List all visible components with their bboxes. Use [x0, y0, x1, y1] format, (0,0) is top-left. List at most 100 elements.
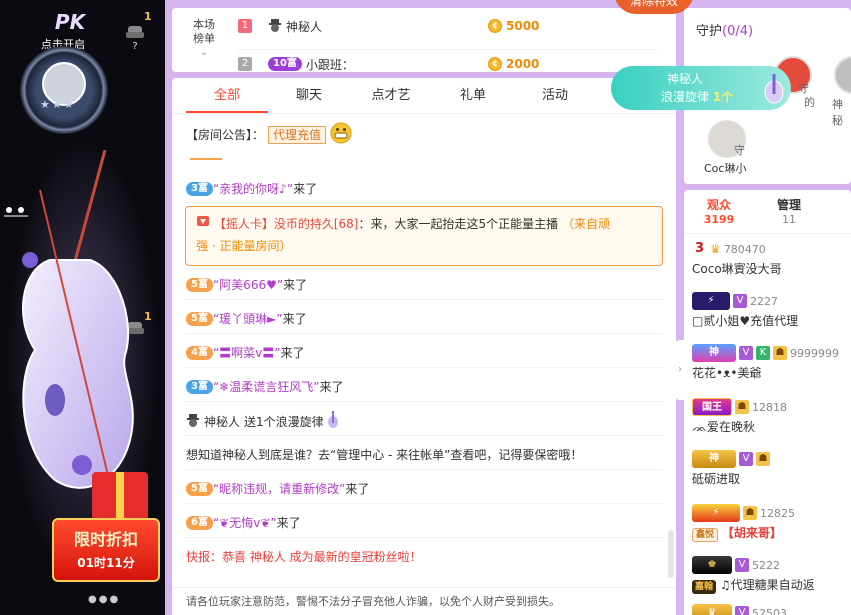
gift-box-icon: [92, 472, 148, 520]
gift-toast: 神秘人 浪漫旋律 1个: [611, 66, 791, 110]
guard-tag: 守: [734, 144, 745, 157]
divider: [190, 158, 222, 160]
limited-discount-button[interactable]: 限时折扣 01时11分: [52, 518, 160, 582]
guard-name[interactable]: 神秘: [832, 96, 851, 128]
violin-gift-icon: [761, 74, 787, 109]
carousel-dots[interactable]: ●●●: [88, 594, 120, 605]
enter-suffix: 来了: [282, 312, 307, 326]
enter-suffix: 来了: [280, 346, 305, 360]
user-name-link[interactable]: “〓啊菜v〓”: [213, 344, 281, 361]
mystery-user-icon: [268, 18, 282, 35]
tab-activity[interactable]: 活动: [514, 78, 596, 113]
rank-row[interactable]: 1 神秘人 ¢ 5000: [238, 16, 658, 36]
audience-row[interactable]: ♚ V 5222 嘉翰 ♫代理糖果自动返: [692, 556, 851, 594]
divider: [186, 503, 662, 504]
audience-row[interactable]: 神 V ☗ 砥砺进取: [692, 450, 851, 487]
rank-number: 1: [238, 19, 252, 33]
cello-gift-icon: [22, 150, 134, 506]
rank-row[interactable]: 2 10富 小跟班： ¢ 2000: [238, 54, 658, 74]
chat-scrollbar[interactable]: [668, 530, 674, 578]
person-badge-icon: ☗: [773, 346, 787, 360]
audience-row[interactable]: ⚡ V 2227 □贰小姐♥充值代理: [692, 292, 851, 329]
rank-number: 2: [238, 57, 252, 71]
enter-message: 5富 “瑗丫頭琳►” 来了: [186, 310, 307, 327]
tab-chat[interactable]: 聊天: [268, 78, 350, 113]
user-name-link[interactable]: 神秘人: [204, 413, 240, 430]
agent-recharge-link[interactable]: 代理充值: [268, 125, 327, 144]
chevron-down-icon[interactable]: ⌄: [190, 46, 218, 60]
audience-row[interactable]: 国王 ☗ 12818 ᨏ爱在晚秋: [692, 398, 851, 435]
flame-badge-icon: ⚡: [692, 504, 740, 522]
divider: [186, 469, 662, 470]
tab-gift-list[interactable]: 礼单: [432, 78, 514, 113]
audience-row[interactable]: ⚡ ☗ 12825 鑫悦 【胡来哥】: [692, 504, 851, 542]
user-number: 52503: [752, 606, 787, 615]
coin-icon: ¢: [488, 57, 502, 71]
user-name-link[interactable]: “❄温柔谎言狂风飞”: [213, 378, 320, 395]
violin-gift-icon: [324, 411, 342, 432]
rank-board-label[interactable]: 本场 榜单 ⌄: [190, 18, 218, 60]
toast-gift: 浪漫旋律: [661, 90, 710, 104]
user-name-link[interactable]: “❦无悔v❦”: [213, 514, 277, 531]
shake-card-source-2[interactable]: 强 · 正能量房间）: [196, 239, 291, 253]
user-name-link[interactable]: 没币的持久[68]: [274, 217, 359, 231]
user-number: 12825: [760, 506, 795, 520]
chat-tabs: 全部 聊天 点才艺 礼单 活动: [172, 78, 676, 114]
enter-message: 5富 “昵称违规，请重新修改” 来了: [186, 480, 369, 497]
user-name-link[interactable]: “瑗丫頭琳►”: [213, 310, 283, 327]
rich-level-badge: 10富: [268, 57, 302, 71]
user-number: 5222: [752, 558, 780, 572]
rank-name-wrap: 10富 小跟班：: [268, 56, 488, 73]
tab-talent[interactable]: 点才艺: [350, 78, 432, 113]
guard-count: (0/4): [722, 24, 754, 39]
live-stage[interactable]: PK 点击开启 ★★★ ? 1 1 限时折扣 01时11分 ●●●: [0, 0, 165, 615]
audience-row[interactable]: 神 V K ☗ 9999999 花花•ᴥ•美爺: [692, 344, 851, 381]
divider: [186, 202, 662, 203]
promo-countdown: 01时11分: [77, 556, 135, 570]
crown-icon: ♛: [710, 242, 721, 256]
fan-badge: 鑫悦: [692, 528, 719, 542]
tab-managers[interactable]: 管理 11: [754, 190, 824, 233]
audience-name: 花花•ᴥ•美爺: [692, 366, 762, 380]
system-message: 想知道神秘人到底是谁？去“管理中心 - 来往帐单”查看吧，记得要保密哦！: [186, 448, 583, 462]
help-icon[interactable]: ?: [124, 24, 146, 54]
enter-message: 5富 “阿美666♥” 来了: [186, 276, 307, 293]
user-number: 780470: [723, 242, 766, 256]
guard-name[interactable]: 的: [804, 94, 815, 110]
rank-badge: 3: [695, 241, 705, 256]
rich-level-badge: 3富: [186, 181, 213, 196]
user-name-link[interactable]: “亲我的你呀♪”: [213, 180, 293, 197]
audience-tabs: 观众 3199 管理 11: [684, 190, 851, 234]
divider: [186, 401, 662, 402]
user-name-link[interactable]: “昵称违规，请重新修改”: [213, 480, 345, 497]
audience-name: ᨏ爱在晚秋: [692, 420, 755, 434]
user-name-link[interactable]: “阿美666♥”: [213, 276, 283, 293]
divider: [186, 537, 662, 538]
clear-effects-button[interactable]: 清除特效: [614, 0, 694, 14]
mystery-user-icon: [186, 413, 200, 430]
guard-name[interactable]: Coc琳小: [704, 160, 746, 176]
guard-title[interactable]: 守护(0/4): [696, 20, 753, 39]
anchor-avatar[interactable]: [20, 46, 108, 134]
divider: [186, 367, 662, 368]
pk-logo[interactable]: PK: [40, 10, 100, 34]
enter-message: 6富 “❦无悔v❦” 来了: [186, 514, 301, 531]
guard-avatar[interactable]: [834, 56, 851, 94]
svg-text:?: ?: [132, 41, 137, 50]
audience-row[interactable]: ♛ V 52503: [692, 604, 851, 615]
shake-card-source-1[interactable]: （来自顽: [562, 217, 610, 231]
shake-card-tag: 【摇人卡】: [213, 217, 274, 231]
rich-level-badge: 5富: [186, 481, 213, 496]
rank-amount: 2000: [506, 57, 540, 71]
tab-label: 管理: [776, 198, 801, 212]
enter-suffix: 来了: [345, 482, 370, 496]
divider: [186, 435, 662, 436]
audience-row[interactable]: 3 ♛ 780470 Coco琳賨没大哥: [692, 240, 851, 277]
rich-level-badge: 5富: [186, 311, 213, 326]
divider: [186, 299, 662, 300]
tab-all[interactable]: 全部: [186, 78, 268, 113]
tab-audience[interactable]: 观众 3199: [684, 190, 754, 233]
rich-level-badge: 4富: [186, 345, 213, 360]
divider: [238, 49, 658, 50]
vip-badge: V: [739, 346, 753, 360]
